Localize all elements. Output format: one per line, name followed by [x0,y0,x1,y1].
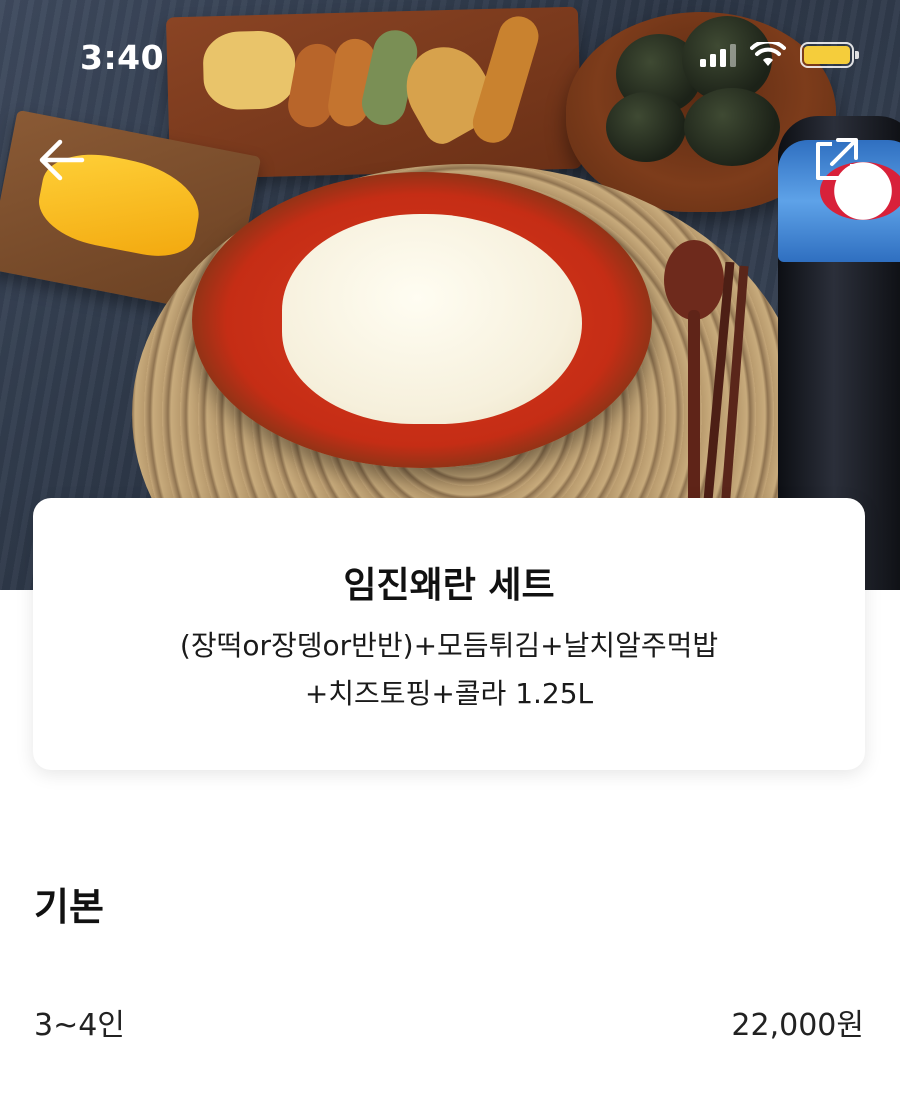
menu-title: 임진왜란 세트 [343,565,555,606]
status-bar-icons [700,42,859,68]
menu-description: (장떡or장뎅or반반)+모듬튀김+날치알주먹밥 +치즈토핑+콜라 1.25L [73,622,825,718]
wifi-icon [750,42,786,66]
status-bar-time: 3:40 [80,38,165,77]
battery-level-fill [804,46,850,64]
cheese-topping [282,214,582,424]
share-button[interactable] [808,134,860,186]
menu-description-line-2: +치즈토핑+콜라 1.25L [304,677,594,710]
arrow-left-icon [39,139,85,181]
wooden-chopsticks [701,262,749,522]
option-row-3-4-people[interactable]: 3~4인 22,000원 [34,996,864,1048]
battery-icon [800,42,859,68]
back-button[interactable] [36,138,86,182]
option-price: 22,000원 [731,1008,864,1043]
option-label: 3~4인 [34,1008,125,1043]
cellular-signal-icon [700,43,736,67]
menu-description-line-1: (장떡or장뎅or반반)+모듬튀김+날치알주먹밥 [179,629,719,662]
menu-info-card: 임진왜란 세트 (장떡or장뎅or반반)+모듬튀김+날치알주먹밥 +치즈토핑+콜… [33,498,865,770]
option-section-title: 기본 [34,885,104,929]
share-icon [816,138,858,180]
